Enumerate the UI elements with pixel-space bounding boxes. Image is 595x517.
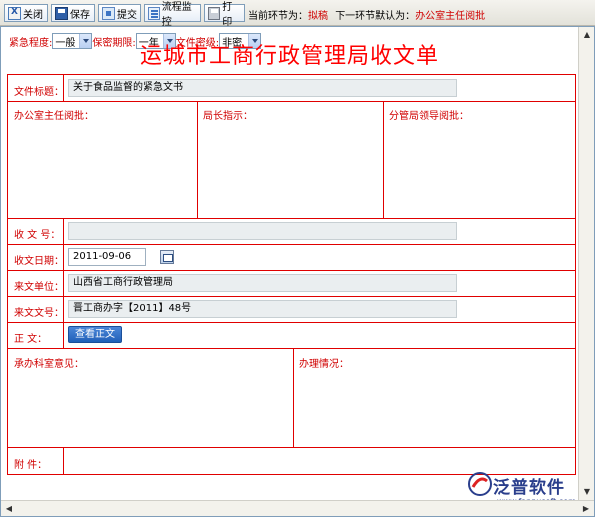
horizontal-scrollbar[interactable]: ◀ ▶ <box>1 500 594 516</box>
form-viewport: 紧急程度: 一般 保密期限: 一年 文件密级: 非密 运城市工商行政管理局收文单 <box>0 26 595 517</box>
row-divider <box>8 218 575 219</box>
printer-icon <box>208 6 221 20</box>
toolbar: 关闭 保存 提交 流程监控 打印 当前环节为：拟稿 下一环节默认为：办公室主任阅… <box>0 0 595 28</box>
print-button[interactable]: 打印 <box>204 2 245 28</box>
save-icon <box>55 6 68 20</box>
doc-title-label: 文件标题： <box>14 87 64 98</box>
current-step-value: 拟稿 <box>308 11 328 22</box>
view-body-button[interactable]: 查看正文 <box>68 326 122 343</box>
submit-button[interactable]: 提交 <box>98 4 141 22</box>
office-director-approval-area[interactable] <box>9 119 195 215</box>
dept-opinion-area[interactable] <box>9 367 291 445</box>
scroll-down-icon[interactable]: ▼ <box>579 484 595 500</box>
doc-title-input[interactable]: 关于食品监督的紧急文书 <box>68 79 457 97</box>
source-unit-label: 来文单位： <box>14 282 64 293</box>
close-button-label: 关闭 <box>23 9 43 21</box>
scroll-right-icon[interactable]: ▶ <box>578 501 594 517</box>
row-divider <box>8 322 575 323</box>
close-button[interactable]: 关闭 <box>4 4 48 22</box>
column-divider <box>293 348 294 448</box>
body-label: 正 文： <box>14 334 48 345</box>
receipt-number-label: 收 文 号： <box>14 230 61 241</box>
page-title: 运城市工商行政管理局收文单 <box>139 44 439 69</box>
director-instruction-area[interactable] <box>199 119 381 215</box>
workflow-status: 当前环节为：拟稿 下一环节默认为：办公室主任阅批 <box>248 7 485 22</box>
source-number-input[interactable]: 晋工商办字【2011】48号 <box>68 300 457 318</box>
save-button[interactable]: 保存 <box>51 4 95 22</box>
submit-button-label: 提交 <box>117 9 137 21</box>
process-monitor-button-label: 流程监控 <box>161 2 192 28</box>
submit-icon <box>102 6 115 20</box>
attachment-label: 附 件： <box>14 460 48 471</box>
brand-name: 泛普软件 <box>493 478 565 498</box>
row-divider <box>8 447 575 448</box>
source-unit-input[interactable]: 山西省工商行政管理局 <box>68 274 457 292</box>
close-icon <box>8 6 21 20</box>
handling-status-area[interactable] <box>295 367 573 445</box>
print-button-label: 打印 <box>222 2 233 28</box>
column-divider <box>63 447 64 475</box>
fanpu-logo-icon <box>468 472 492 496</box>
column-divider <box>197 101 198 219</box>
leader-approval-area[interactable] <box>385 119 573 215</box>
column-divider <box>383 101 384 219</box>
receipt-date-input[interactable]: 2011-09-06 <box>68 248 146 266</box>
scroll-left-icon[interactable]: ◀ <box>1 501 17 517</box>
calendar-icon[interactable] <box>160 250 174 264</box>
row-divider <box>8 270 575 271</box>
row-divider <box>8 101 575 102</box>
flowchart-icon <box>148 6 160 20</box>
process-monitor-button[interactable]: 流程监控 <box>144 2 201 28</box>
receipt-number-input[interactable] <box>68 222 457 240</box>
current-step-label: 当前环节为： <box>248 11 308 22</box>
next-step-label: 下一环节默认为： <box>335 11 416 22</box>
receipt-form: 文件标题： 关于食品监督的紧急文书 办公室主任阅批： 局长指示： 分管局领导阅批… <box>7 74 576 475</box>
receipt-date-label: 收文日期： <box>14 256 64 267</box>
row-divider <box>8 296 575 297</box>
source-number-label: 来文文号： <box>14 308 64 319</box>
next-step-value: 办公室主任阅批 <box>415 11 486 22</box>
vertical-scrollbar[interactable]: ▲ ▼ <box>578 27 594 500</box>
save-button-label: 保存 <box>70 9 90 21</box>
scroll-up-icon[interactable]: ▲ <box>579 27 595 43</box>
row-divider <box>8 244 575 245</box>
row-divider <box>8 348 575 349</box>
